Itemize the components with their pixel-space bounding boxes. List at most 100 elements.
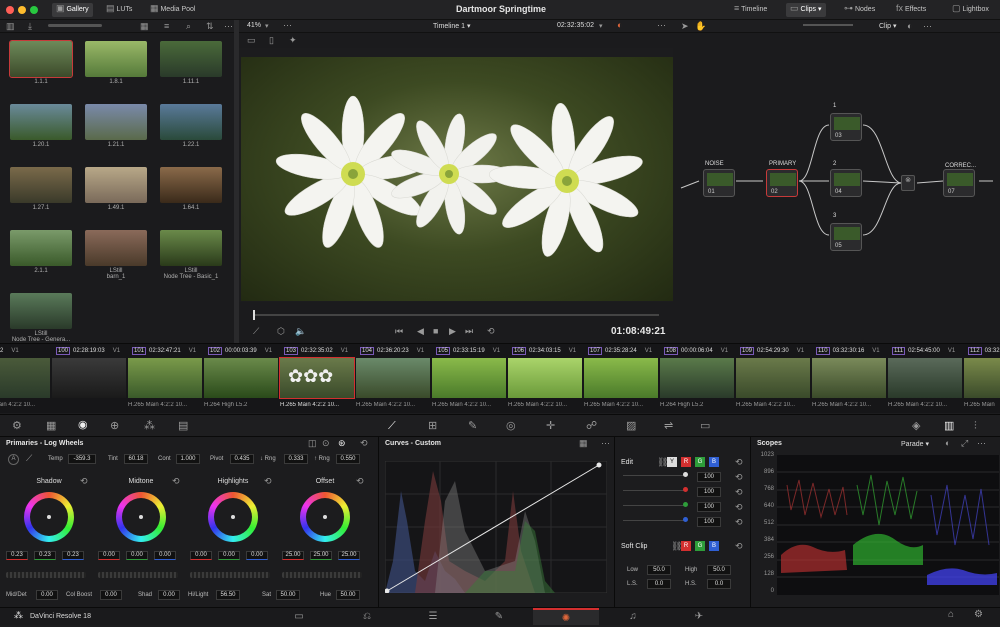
- gallery-still-thumbnail[interactable]: [160, 104, 222, 140]
- node-more-icon[interactable]: ⋯: [923, 22, 932, 31]
- inspector-icon[interactable]: ⫶: [974, 421, 977, 432]
- viewer-image[interactable]: [241, 57, 673, 301]
- clip-thumbnail[interactable]: [0, 358, 50, 398]
- media-pool-tab[interactable]: ▦ Media Pool: [146, 3, 200, 17]
- hdr-wheels-icon[interactable]: ⊕: [110, 421, 119, 432]
- color-warper-icon[interactable]: ⊞: [428, 421, 437, 432]
- clip-thumbnail[interactable]: [508, 358, 582, 398]
- node-02[interactable]: 02: [766, 169, 798, 197]
- zoom-level[interactable]: 41%: [247, 22, 261, 29]
- blur-icon[interactable]: ▨: [626, 421, 636, 432]
- gallery-still-thumbnail[interactable]: [10, 293, 72, 329]
- node-01[interactable]: 01: [703, 169, 735, 197]
- rgb-mixer-icon[interactable]: ⁂: [144, 421, 155, 432]
- r-curve-field[interactable]: 100: [697, 487, 721, 497]
- gallery-still-thumbnail[interactable]: [85, 230, 147, 266]
- node-options-icon[interactable]: ◐: [907, 22, 912, 31]
- color-boost-field[interactable]: 0.00: [100, 590, 122, 600]
- home-icon[interactable]: ⌂: [948, 610, 954, 620]
- temp-field[interactable]: -359.3: [68, 454, 96, 464]
- deliver-page-button[interactable]: ✈: [666, 608, 732, 625]
- tint-field[interactable]: 60.18: [124, 454, 148, 464]
- playhead[interactable]: [253, 310, 255, 320]
- reset-wheel-icon[interactable]: ⟲: [172, 477, 180, 486]
- fairlight-page-button[interactable]: ♫: [600, 608, 666, 625]
- node-04[interactable]: 04: [830, 169, 862, 197]
- high-range-field[interactable]: 0.550: [336, 454, 360, 464]
- softclip-r-toggle[interactable]: R: [681, 541, 691, 551]
- dropper-icon[interactable]: ⟋: [253, 327, 259, 336]
- wheel-value-field[interactable]: 0.23: [6, 551, 28, 560]
- curves-icon[interactable]: ⟋: [388, 421, 396, 432]
- minimize-window-button[interactable]: [18, 6, 26, 14]
- wheel-center-point[interactable]: [139, 515, 143, 519]
- settings-icon[interactable]: ⚙: [974, 610, 983, 620]
- lightbox-tab[interactable]: ▢ Lightbox: [948, 3, 993, 17]
- soft-clip-high-field[interactable]: 50.0: [707, 565, 731, 575]
- channel-r-toggle[interactable]: R: [681, 457, 691, 467]
- play-icon[interactable]: ▶: [449, 327, 456, 336]
- node-03[interactable]: 03: [830, 113, 862, 141]
- curves-more-icon[interactable]: ⋯: [601, 439, 610, 448]
- nodes-tab[interactable]: ⊶ Nodes: [840, 3, 879, 17]
- pivot-field[interactable]: 0.435: [230, 454, 254, 464]
- gallery-still-thumbnail[interactable]: [10, 104, 72, 140]
- wheel-value-field[interactable]: 0.00: [154, 551, 176, 560]
- node-zoom-slider[interactable]: [803, 24, 853, 26]
- auto-balance-icon[interactable]: A: [8, 454, 19, 465]
- zoom-window-button[interactable]: [30, 6, 38, 14]
- list-view-icon[interactable]: ≡: [164, 22, 169, 31]
- gallery-still-thumbnail[interactable]: [10, 230, 72, 266]
- scopes-toggle-icon[interactable]: ▥: [944, 421, 954, 432]
- reset-r-icon[interactable]: ⟲: [735, 488, 743, 497]
- curves-mode-icon[interactable]: ▦: [579, 439, 588, 448]
- reset-b-icon[interactable]: ⟲: [735, 518, 743, 527]
- channel-g-toggle[interactable]: G: [695, 457, 705, 467]
- saturation-field[interactable]: 50.00: [276, 590, 300, 600]
- import-still-icon[interactable]: ⤓: [28, 22, 32, 31]
- media-page-button[interactable]: ▭: [266, 608, 332, 625]
- low-range-field[interactable]: 0.333: [284, 454, 308, 464]
- scope-expand-icon[interactable]: ⤢: [961, 439, 968, 448]
- wheel-value-field[interactable]: 0.00: [126, 551, 148, 560]
- scope-more-icon[interactable]: ⋯: [977, 439, 986, 448]
- master-wheel-slider[interactable]: [190, 572, 270, 578]
- clip-thumbnail[interactable]: [356, 358, 430, 398]
- go-to-first-frame-icon[interactable]: ⏮: [395, 327, 403, 336]
- node-mode-selector[interactable]: Clip ▾: [879, 22, 897, 30]
- viewer-options-icon[interactable]: ⋯: [283, 21, 292, 30]
- timeline-tab[interactable]: ≡ Timeline: [730, 3, 771, 17]
- hue-field[interactable]: 50.00: [336, 590, 360, 600]
- viewer-more-icon[interactable]: ⋯: [657, 21, 666, 30]
- scope-mode-selector[interactable]: Parade ▾: [901, 440, 929, 448]
- gallery-divider[interactable]: [234, 20, 239, 343]
- bars-mode-icon[interactable]: ◫: [308, 439, 317, 448]
- reset-wheel-icon[interactable]: ⟲: [264, 477, 272, 486]
- wheels-mode-icon[interactable]: ⊙: [322, 439, 330, 448]
- gang-icon[interactable]: ⬡: [277, 327, 285, 336]
- camera-raw-icon[interactable]: ⚙: [12, 421, 22, 432]
- highlights-field[interactable]: 56.50: [216, 590, 240, 600]
- channel-b-toggle[interactable]: B: [709, 457, 719, 467]
- mid-detail-field[interactable]: 0.00: [36, 590, 58, 600]
- clip-thumbnail[interactable]: [888, 358, 962, 398]
- softclip-b-toggle[interactable]: B: [709, 541, 719, 551]
- soft-clip-low-field[interactable]: 50.0: [647, 565, 671, 575]
- cut-page-button[interactable]: ⎌: [334, 608, 400, 625]
- color-match-icon[interactable]: ▦: [46, 421, 56, 432]
- node-07[interactable]: 07: [943, 169, 975, 197]
- clip-thumbnail[interactable]: [52, 358, 126, 398]
- audio-icon[interactable]: 🔈: [295, 327, 306, 336]
- curves-graph[interactable]: [385, 461, 607, 593]
- wheel-value-field[interactable]: 25.00: [310, 551, 332, 560]
- wipe-view-icon[interactable]: ▭: [247, 36, 256, 45]
- log-mode-icon[interactable]: ⊛: [338, 439, 346, 448]
- color-sync-icon[interactable]: ◐: [617, 21, 622, 30]
- reverse-play-icon[interactable]: ◀: [417, 327, 424, 336]
- reset-wheel-icon[interactable]: ⟲: [356, 477, 364, 486]
- contrast-field[interactable]: 1.000: [176, 454, 200, 464]
- wheel-value-field[interactable]: 0.00: [98, 551, 120, 560]
- clip-thumbnail[interactable]: [736, 358, 810, 398]
- soft-clip-ls-field[interactable]: 0.0: [647, 579, 671, 589]
- reset-y-icon[interactable]: ⟲: [735, 473, 743, 482]
